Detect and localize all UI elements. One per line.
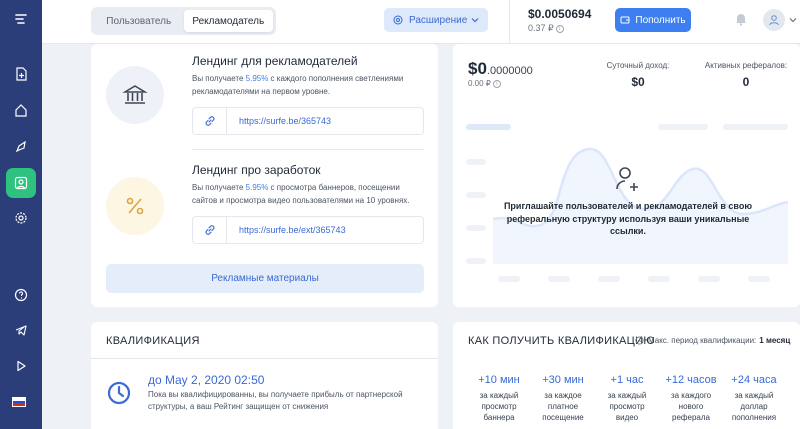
sidebar [0, 0, 42, 429]
landing-advertisers-url[interactable]: https://surfe.be/365743 [239, 116, 331, 126]
referral-earnings: $0.0000000 [468, 59, 533, 78]
extension-dropdown[interactable]: Расширение [384, 8, 488, 32]
referrals-icon[interactable] [6, 168, 36, 198]
how-to-title: КАК ПОЛУЧИТЬ КВАЛИФИКАЦИЮ [468, 335, 655, 347]
invite-message: Приглашайте пользователей и рекламодател… [503, 201, 753, 236]
divider [509, 0, 510, 44]
rocket-icon[interactable] [6, 132, 36, 162]
percent-icon [106, 177, 164, 235]
balance-usd: $0.0050694 [528, 7, 592, 21]
play-icon[interactable] [6, 351, 36, 381]
divider [192, 149, 424, 150]
bell-icon[interactable] [734, 12, 748, 26]
telegram-icon[interactable] [6, 315, 36, 345]
referral-earnings-rub: 0.00 ₽ i [468, 79, 501, 88]
chevron-down-icon [471, 18, 479, 23]
home-icon[interactable] [6, 95, 36, 125]
russia-flag[interactable] [12, 397, 26, 407]
daily-income-label: Суточный доход: [606, 61, 670, 70]
landing-earnings-link[interactable]: https://surfe.be/ext/365743 [192, 216, 424, 244]
tab-user[interactable]: Пользователь [94, 10, 184, 32]
qualification-date: до May 2, 2020 02:50 [148, 373, 265, 387]
perk-topup: +24 часа за каждый доллар пополнения [731, 374, 777, 422]
active-referrals-label: Активных рефералов: [704, 61, 788, 70]
extension-icon [393, 15, 403, 25]
active-referrals-value: 0 [742, 75, 750, 89]
referral-links-card: Лендинг для рекламодателей Вы получаете … [91, 44, 438, 307]
add-document-icon[interactable] [6, 59, 36, 89]
info-icon[interactable]: i [492, 79, 501, 88]
top-header: Пользователь Рекламодатель Расширение $0… [42, 0, 800, 44]
topup-button[interactable]: Пополнить [615, 8, 691, 32]
active-referrals: Активных рефералов: 0 [701, 61, 791, 89]
avatar [763, 9, 785, 31]
clock-icon [635, 336, 644, 345]
perk-banner: +10 мин за каждый просмотр баннера [478, 374, 520, 422]
landing-earnings-title: Лендинг про заработок [192, 163, 321, 177]
landing-advertisers-title: Лендинг для рекламодателей [192, 54, 358, 68]
landing-advertisers-link[interactable]: https://surfe.be/365743 [192, 107, 424, 135]
gear-icon[interactable] [6, 203, 36, 233]
perk-visit: +30 мин за каждое платное посещение [542, 374, 584, 422]
info-icon[interactable]: i [555, 24, 564, 33]
qualification-title: КВАЛИФИКАЦИЯ [106, 335, 200, 347]
add-user-icon [616, 167, 638, 191]
help-icon[interactable] [6, 280, 36, 310]
wallet-icon [620, 16, 630, 24]
balance-rub-value: 0.37 ₽ [528, 23, 554, 33]
link-icon [193, 217, 227, 243]
chevron-down-icon [789, 18, 797, 23]
qualification-card: КВАЛИФИКАЦИЯ до May 2, 2020 02:50 Пока в… [91, 322, 438, 429]
role-switch: Пользователь Рекламодатель [91, 7, 276, 35]
menu-icon[interactable] [6, 4, 36, 34]
qualification-period: Макс. период квалификации: 1 месяц [635, 336, 790, 345]
landing-earnings-url[interactable]: https://surfe.be/ext/365743 [239, 225, 346, 235]
user-icon [769, 15, 779, 26]
topup-label: Пополнить [635, 14, 686, 26]
perk-referral: +12 часов за каждого нового реферала [665, 374, 717, 422]
landing-advertisers-desc: Вы получаете 5.95% с каждого пополнения … [192, 74, 404, 96]
extension-label: Расширение [409, 14, 468, 26]
divider [91, 358, 438, 359]
promo-materials-button[interactable]: Рекламные материалы [106, 264, 424, 293]
perk-video: +1 час за каждый просмотр видео [607, 374, 647, 422]
tab-advertiser[interactable]: Рекламодатель [183, 10, 273, 32]
user-menu[interactable] [763, 8, 800, 32]
how-to-qualify-card: КАК ПОЛУЧИТЬ КВАЛИФИКАЦИЮ Макс. период к… [453, 322, 800, 429]
balance-rub: 0.37 ₽ i [528, 23, 564, 34]
bank-icon [106, 66, 164, 124]
daily-income: Суточный доход: $0 [603, 61, 673, 89]
link-icon [193, 108, 227, 134]
referral-stats-card: $0.0000000 0.00 ₽ i Суточный доход: $0 А… [453, 44, 800, 307]
clock-icon [107, 381, 131, 405]
qualification-text: Пока вы квалифицированны, вы получаете п… [148, 390, 403, 411]
daily-income-value: $0 [631, 75, 645, 89]
landing-earnings-desc: Вы получаете 5.95% с просмотра баннеров,… [192, 183, 410, 205]
